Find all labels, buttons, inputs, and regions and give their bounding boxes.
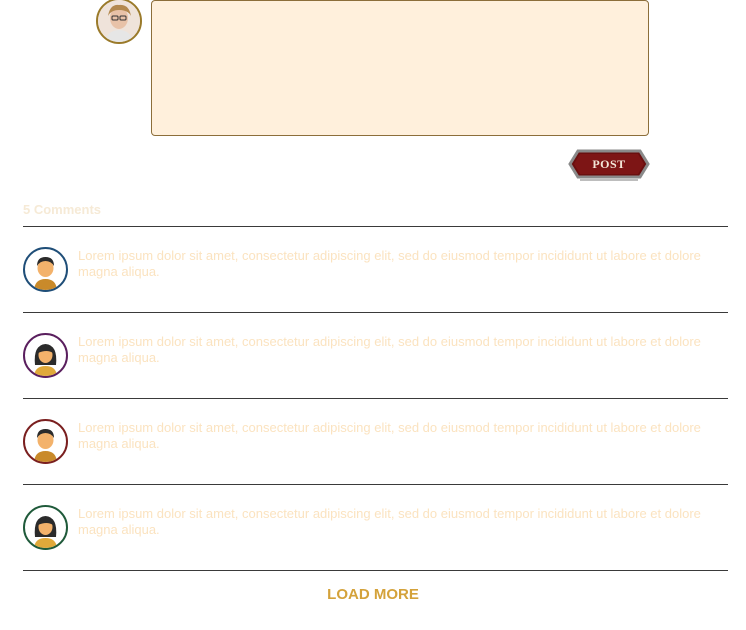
comment-item: Lorem ipsum dolor sit amet, consectetur …: [23, 485, 728, 571]
comment-text: Lorem ipsum dolor sit amet, consectetur …: [78, 506, 701, 537]
male-avatar-icon: [34, 429, 57, 462]
female-avatar-icon: [34, 344, 57, 376]
female-avatar-icon: [34, 516, 57, 548]
comment-avatar: [23, 333, 68, 378]
male-avatar-icon: [34, 257, 57, 290]
comment-avatar: [23, 419, 68, 464]
user-avatar: [96, 0, 142, 44]
comments-count: 5 Comments: [23, 202, 102, 217]
user-photo-icon: [98, 0, 140, 42]
post-button[interactable]: POST: [566, 147, 652, 185]
comment-item: Lorem ipsum dolor sit amet, consectetur …: [23, 399, 728, 485]
comment-text: Lorem ipsum dolor sit amet, consectetur …: [78, 420, 701, 451]
comment-item: Lorem ipsum dolor sit amet, consectetur …: [23, 227, 728, 313]
comment-text: Lorem ipsum dolor sit amet, consectetur …: [78, 334, 701, 365]
divider: [23, 570, 728, 571]
post-button-label: POST: [592, 157, 626, 171]
comment-text: Lorem ipsum dolor sit amet, consectetur …: [78, 248, 701, 279]
comment-avatar: [23, 247, 68, 292]
comment-input[interactable]: [151, 0, 649, 136]
comment-avatar: [23, 505, 68, 550]
comment-item: Lorem ipsum dolor sit amet, consectetur …: [23, 313, 728, 399]
load-more-button[interactable]: LOAD MORE: [0, 586, 746, 603]
